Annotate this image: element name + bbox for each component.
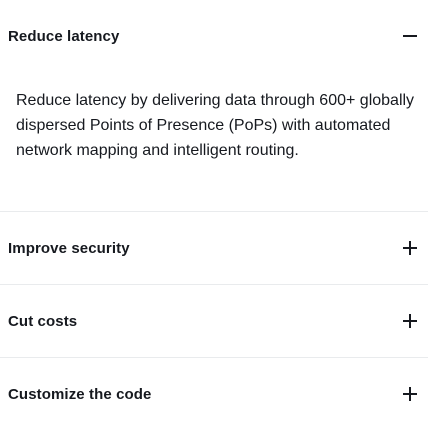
accordion-item-customize-code: Customize the code — [0, 358, 428, 430]
plus-icon[interactable] — [400, 238, 420, 258]
minus-icon[interactable] — [400, 26, 420, 46]
feature-accordion: Reduce latency Reduce latency by deliver… — [0, 0, 428, 430]
accordion-header-improve-security[interactable]: Improve security — [0, 212, 428, 284]
accordion-title: Improve security — [8, 239, 130, 257]
accordion-item-reduce-latency: Reduce latency Reduce latency by deliver… — [0, 0, 428, 212]
accordion-header-cut-costs[interactable]: Cut costs — [0, 285, 428, 357]
plus-icon[interactable] — [400, 311, 420, 331]
accordion-header-customize-code[interactable]: Customize the code — [0, 358, 428, 430]
accordion-body-reduce-latency: Reduce latency by delivering data throug… — [16, 92, 415, 159]
accordion-item-improve-security: Improve security — [0, 212, 428, 285]
accordion-title: Cut costs — [8, 312, 78, 330]
accordion-title: Customize the code — [8, 385, 152, 403]
accordion-title: Reduce latency — [8, 27, 120, 45]
accordion-item-cut-costs: Cut costs — [0, 285, 428, 358]
plus-icon[interactable] — [400, 384, 420, 404]
accordion-header-reduce-latency[interactable]: Reduce latency — [0, 0, 428, 72]
